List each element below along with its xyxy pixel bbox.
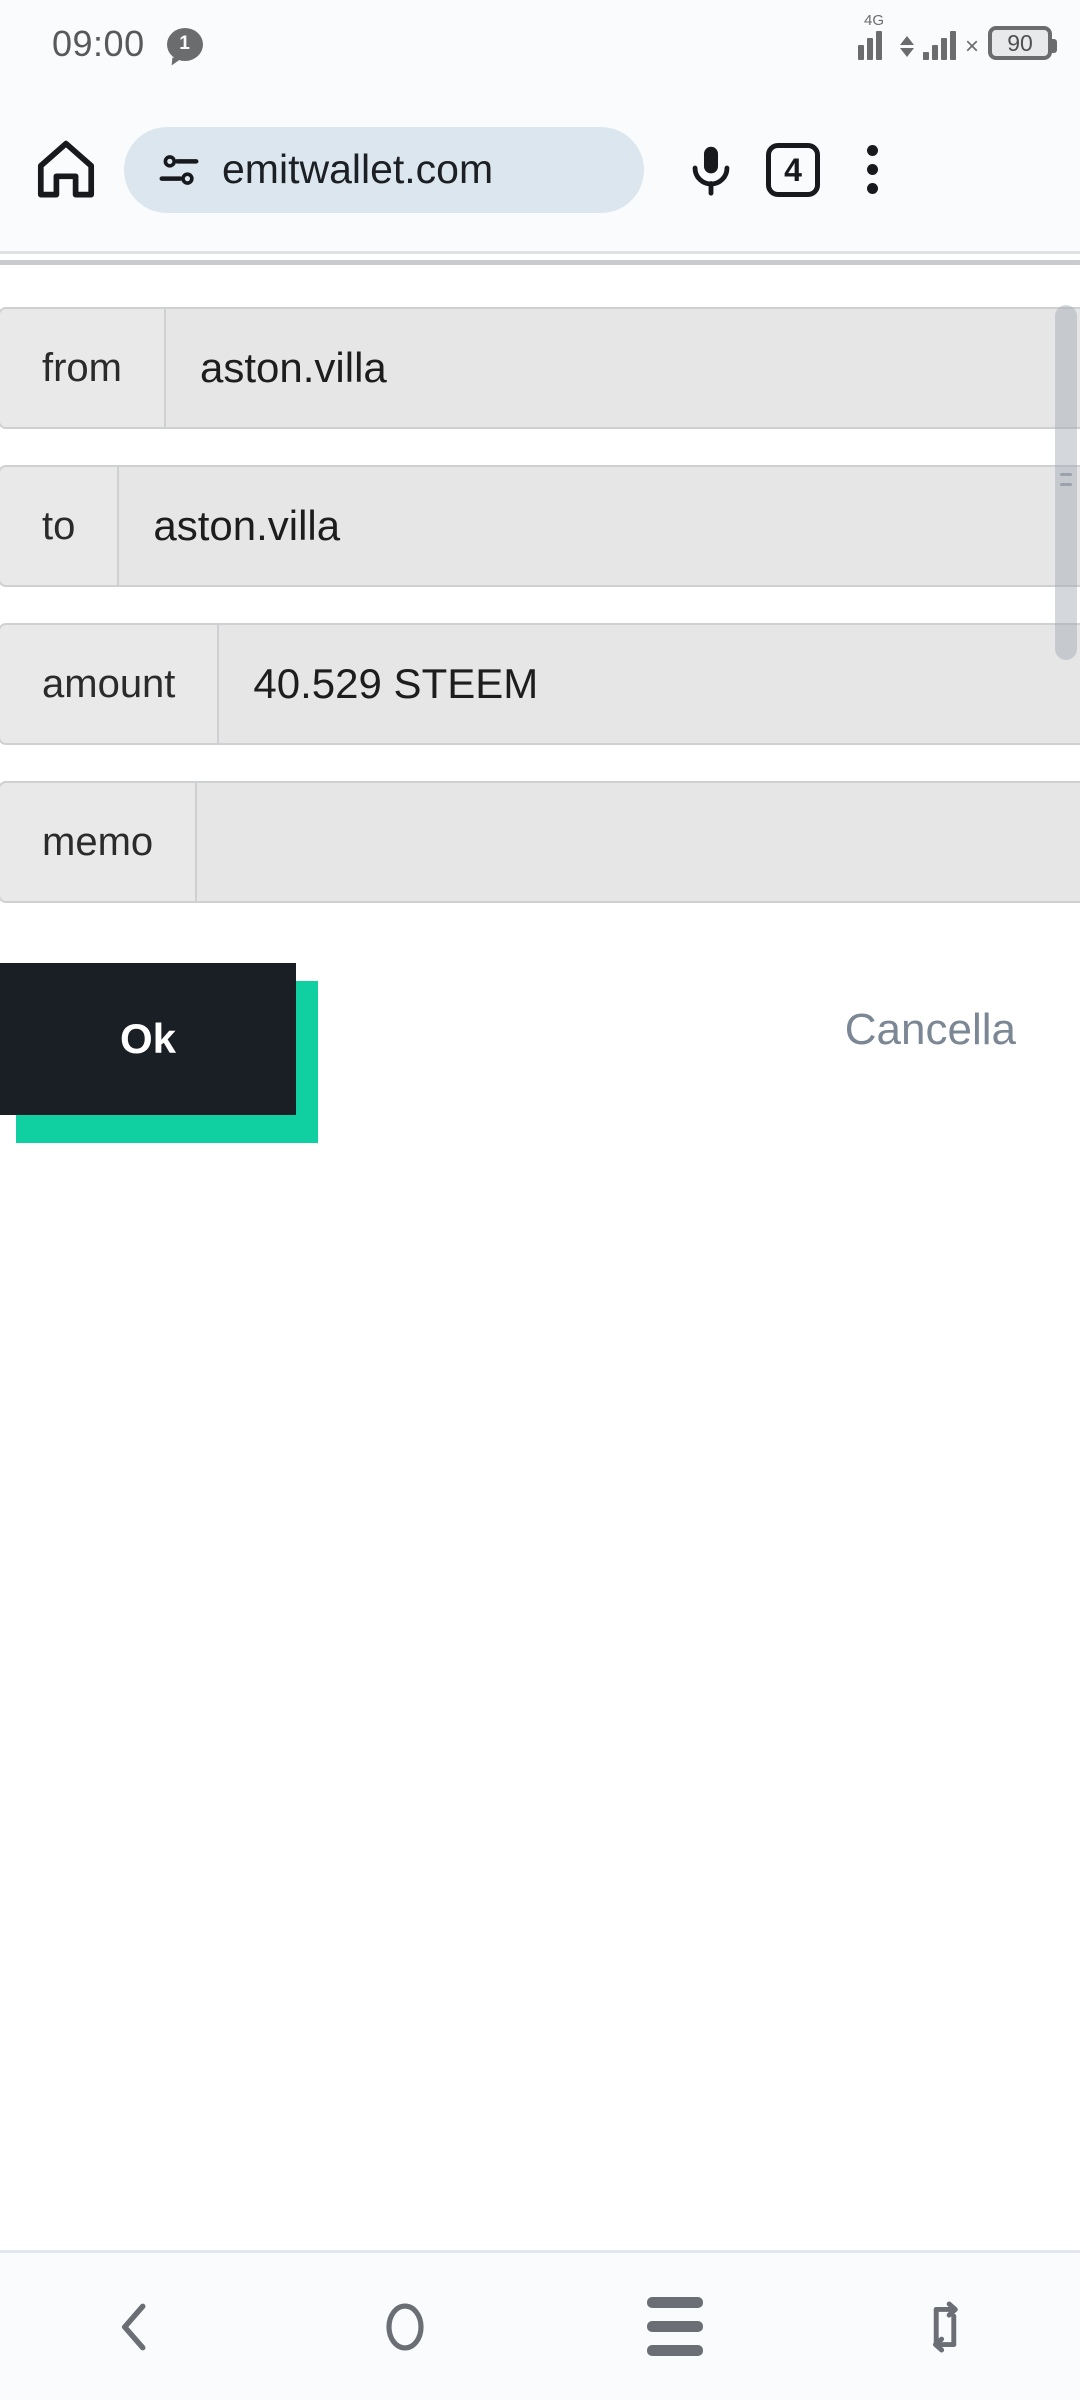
system-navigation-bar (0, 2253, 1080, 2400)
home-icon (37, 140, 95, 197)
rotate-screen-icon (932, 2301, 958, 2352)
form-actions: Ok Cancella (0, 963, 1080, 1153)
status-clock: 09:00 (52, 23, 145, 64)
cancel-button[interactable]: Cancella (845, 1005, 1016, 1055)
form-row-memo: memo (0, 781, 1080, 903)
home-circle-icon (386, 2302, 424, 2351)
overflow-menu-icon[interactable] (850, 141, 894, 199)
signal-bars-secondary-icon (922, 30, 956, 60)
battery-icon: 90 (988, 26, 1057, 60)
microphone-icon (692, 146, 730, 196)
ok-button-wrap: Ok (0, 963, 318, 1143)
nav-back-button[interactable] (0, 2253, 270, 2400)
url-text: emitwallet.com (222, 146, 494, 192)
nav-home-button[interactable] (270, 2253, 540, 2400)
recents-hamburger-icon (647, 2297, 703, 2356)
voice-search-button[interactable] (654, 141, 766, 199)
tab-count-label: 4 (784, 151, 802, 188)
field-label-from: from (0, 307, 166, 429)
browser-toolbar: emitwallet.com 4 (0, 88, 1080, 251)
battery-level-label: 90 (1007, 29, 1033, 56)
signal-bars-4g-icon: 4G (857, 13, 891, 60)
nav-recents-button[interactable] (540, 2253, 810, 2400)
tune-icon (159, 154, 199, 185)
field-label-memo: memo (0, 781, 198, 903)
field-input-memo[interactable] (197, 781, 1080, 903)
status-bar: 09:00 1 4G × 90 (0, 0, 1080, 88)
data-transfer-icon (899, 36, 914, 60)
field-input-amount[interactable]: 40.529 STEEM (219, 623, 1080, 745)
form-row-from: from aston.villa (0, 307, 1080, 429)
phone-screen: 09:00 1 4G × 90 emitwallet.com 4 from as… (0, 0, 1080, 2400)
nav-rotate-button[interactable] (810, 2253, 1080, 2400)
tab-counter-icon[interactable]: 4 (766, 142, 820, 197)
back-chevron-icon (121, 2303, 146, 2350)
form-row-amount: amount 40.529 STEEM (0, 623, 1080, 745)
field-label-to: to (0, 465, 120, 587)
home-button[interactable] (30, 134, 102, 206)
field-label-amount: amount (0, 623, 220, 745)
page-content: from aston.villa to aston.villa amount 4… (0, 265, 1080, 2253)
url-bar[interactable]: emitwallet.com (124, 126, 644, 213)
transfer-form: from aston.villa to aston.villa amount 4… (0, 265, 1080, 1153)
network-type-label: 4G (863, 12, 884, 29)
field-input-to[interactable]: aston.villa (119, 465, 1080, 587)
ok-button[interactable]: Ok (0, 963, 296, 1115)
field-input-from[interactable]: aston.villa (166, 307, 1080, 429)
status-bar-left: 09:00 1 (52, 23, 203, 65)
form-row-to: to aston.villa (0, 465, 1080, 587)
no-sim-x-icon: × (964, 33, 979, 60)
status-bar-right: 4G × 90 (857, 13, 1057, 62)
notification-count: 1 (179, 33, 190, 54)
notification-bubble-icon: 1 (166, 27, 203, 61)
toolbar-divider-top (0, 251, 1080, 254)
